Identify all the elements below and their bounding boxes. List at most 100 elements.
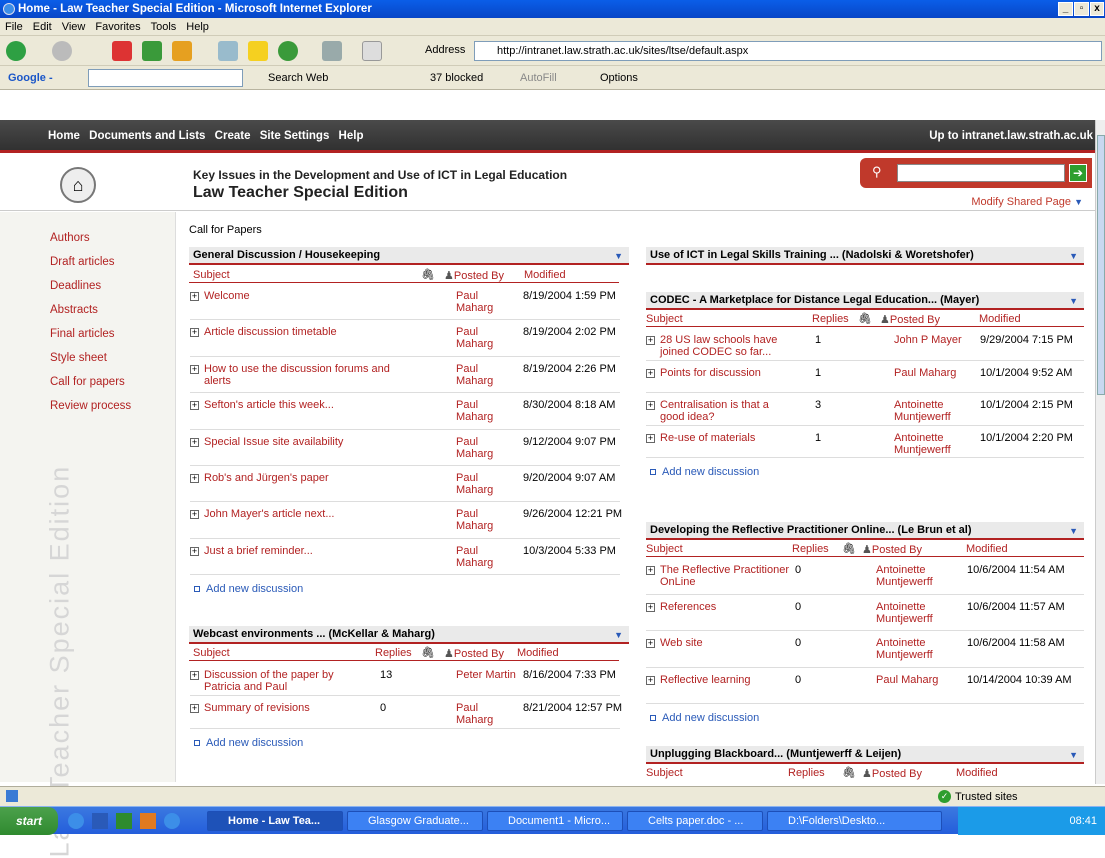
task-glasgow-graduate[interactable]: Glasgow Graduate...: [347, 811, 483, 831]
sidebar-item-review-process[interactable]: Review process: [50, 400, 131, 412]
expand-icon[interactable]: +: [190, 292, 199, 301]
col-modified[interactable]: Modified: [517, 647, 559, 659]
menu-edit[interactable]: Edit: [28, 18, 57, 36]
posted-by-link[interactable]: Antoinette Muntjewerff: [894, 399, 974, 423]
sidebar-item-abstracts[interactable]: Abstracts: [50, 304, 98, 316]
add-new-discussion-link[interactable]: Add new discussion: [194, 737, 303, 749]
posted-by-link[interactable]: Antoinette Muntjewerff: [876, 637, 956, 661]
expand-icon[interactable]: +: [190, 474, 199, 483]
posted-by-link[interactable]: Paul Maharg: [456, 472, 516, 496]
posted-by-link[interactable]: Paul Maharg: [876, 674, 956, 686]
google-search-web-button[interactable]: Search Web: [268, 72, 328, 84]
expand-icon[interactable]: +: [646, 639, 655, 648]
autofill-button[interactable]: AutoFill: [520, 72, 557, 84]
col-posted-by[interactable]: ♟Posted By: [862, 767, 922, 780]
site-search-input[interactable]: [897, 164, 1065, 182]
search-icon[interactable]: [218, 41, 238, 61]
menu-view[interactable]: View: [57, 18, 91, 36]
site-home-icon[interactable]: ⌂: [60, 167, 96, 203]
list-item-subject[interactable]: + Rob's and Jürgen's paper: [190, 472, 395, 484]
browser-quicklaunch-icon[interactable]: [164, 813, 180, 829]
close-button[interactable]: x: [1090, 2, 1104, 16]
menu-help[interactable]: Help: [181, 18, 214, 36]
list-item-subject[interactable]: + Discussion of the paper by Patricia and…: [190, 669, 365, 693]
col-replies[interactable]: Replies: [812, 313, 849, 325]
nav-site-settings[interactable]: Site Settings: [260, 130, 330, 142]
nav-create[interactable]: Create: [215, 130, 251, 142]
google-logo[interactable]: Google -: [8, 72, 53, 84]
task-celts-paper[interactable]: Celts paper.doc - ...: [627, 811, 763, 831]
expand-icon[interactable]: +: [646, 401, 655, 410]
posted-by-link[interactable]: Paul Maharg: [456, 702, 516, 726]
google-search-input[interactable]: [88, 69, 243, 87]
favorites-icon[interactable]: [248, 41, 268, 61]
posted-by-link[interactable]: Peter Martin: [456, 669, 516, 681]
menu-tools[interactable]: Tools: [146, 18, 182, 36]
list-item-subject[interactable]: + Web site: [646, 637, 796, 649]
list-item-subject[interactable]: + Sefton's article this week...: [190, 399, 395, 411]
list-item-subject[interactable]: + Special Issue site availability: [190, 436, 395, 448]
nav-documents-and-lists[interactable]: Documents and Lists: [89, 130, 205, 142]
list-item-subject[interactable]: + Article discussion timetable: [190, 326, 395, 338]
list-item-subject[interactable]: + The Reflective Practitioner OnLine: [646, 564, 796, 588]
expand-icon[interactable]: +: [646, 602, 655, 612]
list-item-subject[interactable]: + Centralisation is that a good idea?: [646, 399, 796, 423]
webpart-menu-icon[interactable]: ▼: [1069, 747, 1078, 763]
posted-by-link[interactable]: Antoinette Muntjewerff: [894, 432, 974, 456]
history-icon[interactable]: [278, 41, 298, 61]
expand-icon[interactable]: +: [646, 336, 655, 345]
webpart-menu-icon[interactable]: ▼: [614, 627, 623, 643]
expand-icon[interactable]: +: [190, 437, 199, 447]
webpart-menu-icon[interactable]: ▼: [1069, 523, 1078, 539]
nav-help[interactable]: Help: [339, 130, 364, 142]
back-icon[interactable]: [6, 41, 26, 61]
start-button[interactable]: start: [0, 807, 58, 835]
posted-by-link[interactable]: Paul Maharg: [456, 363, 516, 387]
stop-icon[interactable]: [112, 41, 132, 61]
col-modified[interactable]: Modified: [979, 313, 1021, 325]
edit-icon[interactable]: [362, 41, 382, 61]
list-item-subject[interactable]: + Re-use of materials: [646, 432, 796, 444]
posted-by-link[interactable]: Paul Maharg: [456, 545, 516, 569]
col-replies[interactable]: Replies: [792, 543, 829, 555]
list-item-subject[interactable]: + John Mayer's article next...: [190, 508, 395, 520]
expand-icon[interactable]: +: [646, 566, 655, 575]
posted-by-link[interactable]: Paul Maharg: [456, 436, 516, 460]
webpart-menu-icon[interactable]: ▼: [1069, 248, 1078, 264]
excel-quicklaunch-icon[interactable]: [116, 813, 132, 829]
col-subject[interactable]: Subject: [193, 269, 230, 281]
task-home-law-teacher[interactable]: Home - Law Tea...: [207, 811, 343, 831]
expand-icon[interactable]: +: [190, 510, 199, 520]
nav-home[interactable]: Home: [48, 130, 80, 142]
col-posted-by[interactable]: ♟Posted By: [862, 543, 922, 556]
nav-up-link[interactable]: Up to intranet.law.strath.ac.uk: [929, 120, 1093, 152]
list-item-subject[interactable]: + Just a brief reminder...: [190, 545, 395, 557]
posted-by-link[interactable]: Paul Maharg: [456, 508, 516, 532]
add-new-discussion-link[interactable]: Add new discussion: [650, 712, 759, 724]
list-item-subject[interactable]: + Points for discussion: [646, 367, 796, 379]
list-item-subject[interactable]: + Summary of revisions: [190, 702, 365, 714]
add-new-discussion-link[interactable]: Add new discussion: [650, 466, 759, 478]
forward-icon[interactable]: [52, 41, 72, 61]
expand-icon[interactable]: +: [190, 704, 199, 713]
posted-by-link[interactable]: Paul Maharg: [456, 290, 516, 314]
posted-by-link[interactable]: Paul Maharg: [456, 326, 516, 350]
col-modified[interactable]: Modified: [956, 767, 998, 779]
expand-icon[interactable]: +: [646, 433, 655, 443]
maximize-button[interactable]: ▫: [1074, 2, 1089, 16]
expand-icon[interactable]: +: [646, 368, 655, 378]
posted-by-link[interactable]: Antoinette Muntjewerff: [876, 564, 956, 588]
sidebar-item-call-for-papers[interactable]: Call for papers: [50, 376, 125, 388]
sidebar-item-style-sheet[interactable]: Style sheet: [50, 352, 107, 364]
home-icon[interactable]: [172, 41, 192, 61]
posted-by-link[interactable]: Paul Maharg: [456, 399, 516, 423]
expand-icon[interactable]: +: [190, 364, 199, 374]
webpart-menu-icon[interactable]: ▼: [1069, 293, 1078, 309]
task-document1[interactable]: Document1 - Micro...: [487, 811, 623, 831]
expand-icon[interactable]: +: [190, 401, 199, 411]
list-item-subject[interactable]: +28 US law schools have joined CODEC so …: [646, 334, 796, 358]
mail-icon[interactable]: [322, 41, 342, 61]
outlook-quicklaunch-icon[interactable]: [140, 813, 156, 829]
col-posted-by[interactable]: ♟Posted By: [444, 647, 504, 660]
posted-by-link[interactable]: Paul Maharg: [894, 367, 974, 379]
